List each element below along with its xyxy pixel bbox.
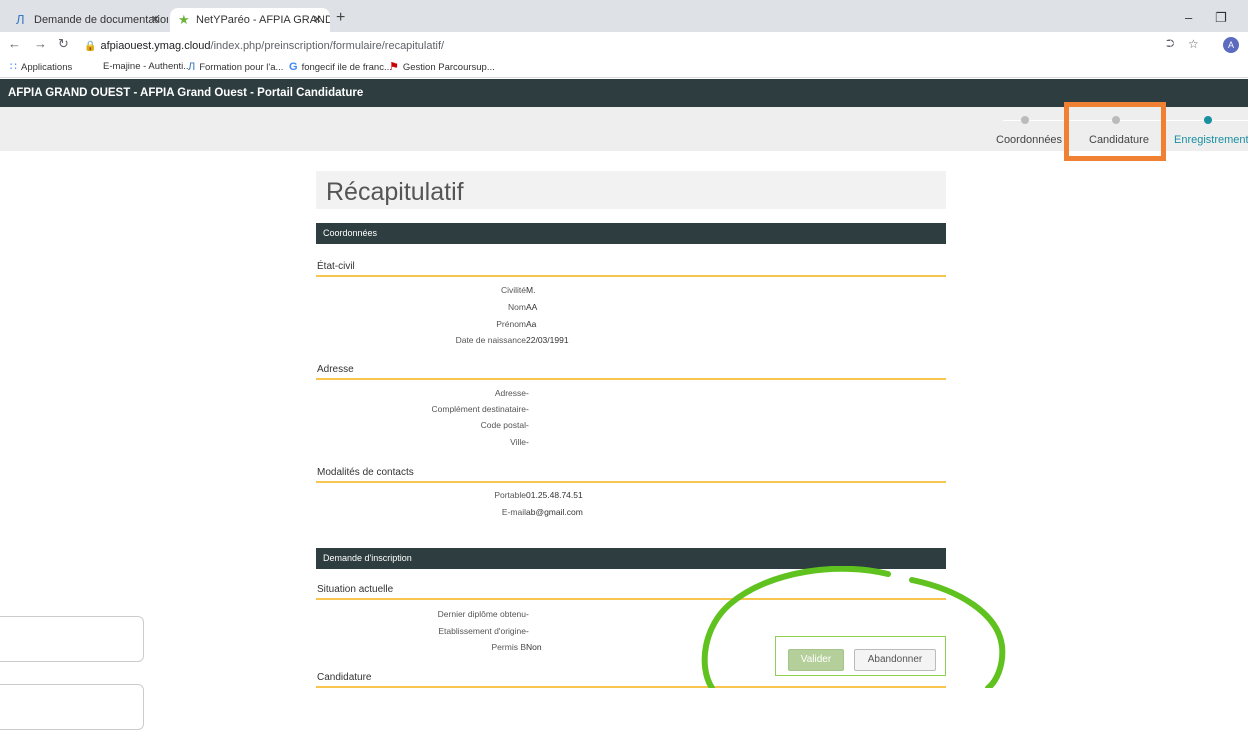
step-coordonnees[interactable]: Coordonnées: [996, 134, 1062, 146]
field-label: Nom: [508, 302, 526, 312]
field-value: -: [526, 626, 529, 636]
bookmarks-bar: ∷ Applications E-majine - Authenti... Л Fo…: [0, 58, 1248, 78]
field-label: Etablissement d'origine: [438, 626, 526, 636]
url-host: afpiaouest.ymag.cloud: [100, 40, 211, 52]
field-value: Aa: [526, 319, 537, 329]
bookmark-label: Gestion Parcoursup...: [402, 62, 495, 73]
side-panel[interactable]: [0, 616, 144, 662]
action-box: Valider Abandonner: [775, 636, 946, 676]
field-value: AA: [526, 302, 538, 312]
flag-icon: ⚑: [389, 61, 399, 73]
field-row: Complément destinataire -: [316, 401, 946, 417]
field-value: -: [526, 420, 529, 430]
side-panel[interactable]: [0, 684, 144, 730]
field-value: 01.25.48.74.51: [526, 490, 583, 500]
forward-icon[interactable]: →: [34, 36, 47, 51]
steps-bar: Coordonnées Candidature Enregistrement: [0, 107, 1248, 151]
section-demande-inscription: Demande d'inscription: [316, 548, 946, 569]
subhead-contacts: Modalités de contacts: [316, 464, 946, 483]
field-value: 22/03/1991: [526, 335, 569, 345]
browser-tab-bar: Л Demande de documentation sur ✕ ★ NetYP…: [0, 0, 1248, 32]
field-row: E-mail ab@gmail.com: [316, 504, 946, 520]
field-label: Portable: [494, 490, 526, 500]
browser-tab-active[interactable]: ★ NetYParéo - AFPIA GRAND OUES ✕: [170, 8, 330, 32]
browser-tab[interactable]: Л Demande de documentation sur ✕: [8, 8, 168, 32]
bookmark-parcoursup[interactable]: ⚑ Gestion Parcoursup...: [389, 58, 495, 77]
field-label: Adresse: [494, 388, 526, 398]
field-label: Civilité: [500, 285, 526, 295]
key-icon[interactable]: ⮊: [1166, 38, 1174, 51]
new-tab-icon[interactable]: +: [336, 8, 345, 28]
field-value: -: [526, 609, 529, 619]
netypareo-icon: ★: [178, 12, 190, 27]
subhead-adresse: Adresse: [316, 361, 946, 380]
afpia-icon: Л: [188, 61, 196, 73]
page-title: Récapitulatif: [316, 171, 946, 209]
field-row: Ville -: [316, 434, 946, 450]
url-field[interactable]: 🔒 afpiaouest.ymag.cloud/index.php/preinsc…: [84, 36, 1164, 56]
subhead-etat-civil: État-civil: [316, 258, 946, 277]
section-coordonnees: Coordonnées: [316, 223, 946, 244]
star-icon[interactable]: ☆: [1188, 37, 1199, 51]
field-label: Code postal: [480, 420, 526, 430]
field-row: Adresse -: [316, 385, 946, 401]
avatar[interactable]: A: [1223, 37, 1239, 53]
field-row: Prénom Aa: [316, 316, 946, 332]
bookmark-emajine[interactable]: E-majine - Authenti...: [103, 58, 191, 76]
field-label: Complément destinataire: [431, 404, 527, 414]
app-header: AFPIA GRAND OUEST - AFPIA Grand Ouest - …: [0, 79, 1248, 107]
step-dot: [1021, 116, 1029, 124]
bookmark-fongecif[interactable]: Gfongecif ile de franc...: [289, 58, 392, 77]
field-value: ab@gmail.com: [526, 507, 583, 517]
field-label: Ville: [510, 437, 526, 447]
field-row: Date de naissance 22/03/1991: [316, 332, 946, 348]
field-row: Portable 01.25.48.74.51: [316, 487, 946, 503]
field-value: M.: [526, 285, 536, 295]
reload-icon[interactable]: ↻: [58, 36, 69, 52]
tab-title: NetYParéo - AFPIA GRAND OUES: [196, 14, 330, 26]
field-value: -: [526, 404, 529, 414]
cancel-button[interactable]: Abandonner: [854, 649, 936, 671]
field-label: Permis B: [491, 642, 526, 652]
apps-grid-icon: ∷: [10, 61, 17, 73]
lock-icon: 🔒: [84, 41, 97, 52]
google-icon: G: [289, 61, 298, 73]
bookmark-label: fongecif ile de franc...: [301, 62, 392, 73]
bookmark-label: Applications: [21, 62, 73, 73]
field-label: Dernier diplôme obtenu: [437, 609, 526, 619]
bookmark-applications[interactable]: ∷ Applications: [10, 58, 72, 77]
url-path: /index.php/preinscription/formulaire/rec…: [210, 40, 445, 52]
field-row: Nom AA: [316, 299, 946, 315]
highlight-annotation: [1064, 102, 1166, 161]
address-bar: ← → ↻ 🔒 afpiaouest.ymag.cloud/index.php/p…: [0, 32, 1248, 58]
field-row: Civilité M.: [316, 282, 946, 298]
restore-icon[interactable]: ❐: [1215, 10, 1227, 26]
close-icon[interactable]: ✕: [151, 8, 160, 32]
field-label: Date de naissance: [455, 335, 526, 345]
back-icon[interactable]: ←: [8, 36, 21, 51]
field-label: E-mail: [501, 507, 526, 517]
field-row: Dernier diplôme obtenu -: [316, 606, 946, 622]
step-enregistrement[interactable]: Enregistrement: [1174, 134, 1248, 146]
field-label: Prénom: [496, 319, 526, 329]
validate-button[interactable]: Valider: [788, 649, 844, 671]
step-dot-active: [1204, 116, 1212, 124]
subhead-situation: Situation actuelle: [316, 581, 946, 600]
field-value: -: [526, 437, 529, 447]
bookmark-formation[interactable]: Л Formation pour l'a...: [188, 58, 283, 77]
close-icon[interactable]: ✕: [313, 8, 322, 32]
minimize-icon[interactable]: –: [1185, 10, 1192, 25]
field-value: Non: [526, 642, 542, 652]
field-row: Code postal -: [316, 417, 946, 433]
bookmark-label: E-majine - Authenti...: [103, 61, 192, 72]
afpia-icon: Л: [16, 12, 25, 27]
bookmark-label: Formation pour l'a...: [199, 62, 284, 73]
field-value: -: [526, 388, 529, 398]
tab-title: Demande de documentation sur: [34, 14, 168, 26]
